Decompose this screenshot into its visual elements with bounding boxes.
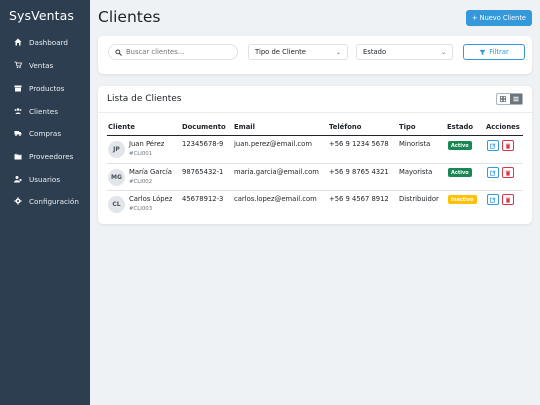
search-icon [115,48,122,56]
sidebar-item-dashboard[interactable]: Dashboard [0,32,90,52]
row-divider [107,163,523,164]
delete-button[interactable] [502,167,514,178]
client-type: Distribuidor [399,195,439,203]
grid-view-button[interactable] [497,94,510,104]
avatar: JP [108,141,125,158]
gear-icon [13,196,23,206]
trash-icon [505,197,511,203]
filter-icon [479,49,486,55]
edit-icon [490,142,496,149]
client-document: 12345678-9 [182,140,224,148]
page-title: Clientes [98,8,161,26]
sidebar-item-configuracion[interactable]: Configuración [0,191,90,211]
building-icon [13,151,23,161]
avatar: MG [108,169,125,186]
edit-icon [490,169,496,176]
tipo-select[interactable]: Tipo de Cliente ⌄ [248,44,348,60]
filter-button-label: Filtrar [489,48,509,56]
trash-icon [505,170,511,176]
status-badge: Activo [448,141,472,150]
delete-button[interactable] [502,140,514,151]
sidebar-item-productos[interactable]: Productos [0,78,90,98]
filter-button[interactable]: Filtrar [463,44,525,60]
status-badge: Inactivo [448,195,477,204]
sidebar-item-label: Usuarios [29,174,61,184]
list-view-button[interactable] [509,94,522,104]
edit-button[interactable] [487,167,499,178]
edit-button[interactable] [487,194,499,205]
box-icon [13,83,23,93]
column-header-estado: Estado [447,123,474,131]
column-header-tipo: Tipo [399,123,416,131]
row-divider [107,190,523,191]
trash-icon [505,143,511,149]
sidebar-item-label: Clientes [29,106,58,116]
client-email: carlos.lopez@email.com [234,195,317,203]
client-name: María García [129,168,172,176]
view-toggle [496,93,523,105]
column-header-email: Email [234,123,255,131]
edit-icon [490,196,496,203]
truck-icon [13,128,23,138]
client-document: 98765432-1 [182,168,224,176]
sidebar-item-label: Productos [29,83,65,93]
client-phone: +56 9 1234 5678 [329,140,389,148]
table-header-divider [107,135,523,136]
sidebar-item-ventas[interactable]: Ventas [0,55,90,75]
tipo-select-value: Tipo de Cliente [255,48,306,56]
estado-select-value: Estado [363,48,387,56]
client-code: #CLI001 [129,151,153,157]
client-type: Minorista [399,140,431,148]
user-gear-icon [13,174,23,184]
search-box[interactable] [108,44,238,60]
sidebar-item-label: Configuración [29,196,79,206]
column-header-acciones: Acciones [486,123,520,131]
sidebar-item-label: Ventas [29,60,54,70]
status-badge: Activo [448,168,472,177]
cart-icon [13,60,23,70]
list-title: Lista de Clientes [107,94,182,104]
client-name: Carlos López [129,195,173,203]
estado-select[interactable]: Estado ⌄ [356,44,453,60]
delete-button[interactable] [502,194,514,205]
list-icon [513,96,519,102]
column-header-cliente: Cliente [108,123,135,131]
chevron-down-icon: ⌄ [440,48,446,56]
sidebar: SysVentas Dashboard Ventas Productos Cli… [0,0,90,405]
sidebar-item-clientes[interactable]: Clientes [0,101,90,121]
search-input[interactable] [126,48,231,56]
sidebar-item-usuarios[interactable]: Usuarios [0,169,90,189]
client-email: maria.garcia@email.com [234,168,319,176]
sidebar-item-proveedores[interactable]: Proveedores [0,146,90,166]
column-header-documento: Documento [182,123,226,131]
client-name: Juan Pérez [129,140,165,148]
sidebar-item-label: Compras [29,128,62,138]
client-phone: +56 9 8765 4321 [329,168,389,176]
chevron-down-icon: ⌄ [335,48,341,56]
client-email: juan.perez@email.com [234,140,312,148]
new-client-button[interactable]: + Nuevo Cliente [466,10,532,26]
client-document: 45678912-3 [182,195,224,203]
avatar: CL [108,196,125,213]
users-icon [13,106,23,116]
client-code: #CLI003 [129,206,153,212]
sidebar-item-compras[interactable]: Compras [0,123,90,143]
sidebar-item-label: Dashboard [29,37,68,47]
client-code: #CLI002 [129,179,153,185]
home-icon [13,37,23,47]
column-header-telefono: Teléfono [329,123,362,131]
sidebar-item-label: Proveedores [29,151,74,161]
client-phone: +56 9 4567 8912 [329,195,389,203]
card-divider [98,112,532,113]
edit-button[interactable] [487,140,499,151]
client-type: Mayorista [399,168,433,176]
brand-logo[interactable]: SysVentas [9,8,74,23]
grid-icon [500,96,507,102]
